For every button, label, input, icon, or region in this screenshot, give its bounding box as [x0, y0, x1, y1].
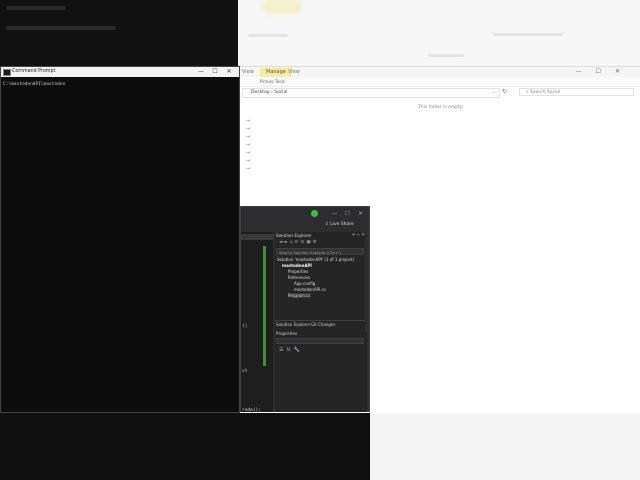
view-menu[interactable]: View	[242, 68, 254, 77]
properties-title: Properties	[276, 331, 298, 336]
live-share-button[interactable]: ⇪ Live Share	[325, 222, 354, 227]
close-icon[interactable]: ✕	[222, 67, 236, 77]
tree-project[interactable]: mastodonAPI	[282, 263, 312, 268]
properties-toolbar[interactable]: ☰⇅🔧	[279, 347, 303, 353]
background-dark-window	[0, 0, 238, 66]
empty-folder-message: This folder is empty.	[418, 105, 464, 110]
blurred-text	[428, 54, 464, 57]
search-icon: ⌕	[526, 90, 529, 95]
explorer-window-controls: —☐✕	[576, 67, 634, 77]
vs-window-controls: — ☐ ✕	[328, 207, 367, 221]
background-window	[238, 0, 640, 66]
side-tool-strip[interactable]	[365, 232, 369, 332]
tree-references[interactable]: References	[288, 275, 310, 280]
maximize-icon[interactable]: ☐	[596, 68, 615, 75]
properties-dropdown[interactable]	[276, 338, 364, 344]
minimize-icon[interactable]: —	[194, 67, 208, 77]
pin-icon[interactable]: ⊸	[246, 157, 252, 165]
cmd-window-controls: — ☐ ✕	[194, 67, 236, 77]
tree-source-file[interactable]: mastodonAPI.cs	[294, 287, 326, 292]
minimize-icon[interactable]: —	[328, 207, 341, 221]
pin-icon[interactable]: ⊸	[246, 117, 252, 125]
terminal-icon	[3, 69, 11, 76]
refresh-icon[interactable]: ↻	[502, 88, 507, 96]
command-prompt-window[interactable]: Command Prompt — ☐ ✕ C:\mastodonAPI\mastod…	[0, 66, 240, 413]
pin-icon[interactable]: ⊸	[246, 149, 252, 157]
close-icon[interactable]: ✕	[354, 207, 367, 221]
highlight-glow	[262, 0, 302, 14]
blurred-text	[6, 6, 66, 10]
pin-icon[interactable]: ⊸	[246, 133, 252, 141]
chevron-down-icon[interactable]: ⌄	[492, 89, 496, 97]
tree-solution[interactable]: Solution 'mastodonAPI' (1 of 1 project)	[277, 257, 354, 262]
tree-properties[interactable]: Properties	[288, 269, 308, 274]
cmd-titlebar[interactable]: Command Prompt — ☐ ✕	[1, 67, 239, 77]
terminal-output[interactable]: C:\mastodonAPI\mastodon	[3, 82, 65, 87]
pin-icon[interactable]: ⊸	[246, 141, 252, 149]
address-bar[interactable]: Desktop › Social ⌄	[242, 88, 500, 98]
tree-program-file[interactable]: Program.cs	[288, 293, 311, 298]
visual-studio-window: — ☐ ✕ ⇪ Live Share () ct rode(); Solution …	[240, 206, 370, 413]
explorer-ribbon-tabs: View Manage View —☐✕	[238, 67, 640, 77]
maximize-icon[interactable]: ☐	[341, 207, 354, 221]
solution-toolbar[interactable]: ◄►⌂⟳⇆▣⚙	[279, 240, 363, 246]
code-line: ()	[242, 324, 248, 329]
window-title: Command Prompt	[12, 69, 56, 74]
breadcrumb[interactable]: Desktop › Social	[243, 90, 288, 95]
change-marker	[263, 246, 266, 366]
minimize-icon[interactable]: —	[576, 68, 596, 75]
tree-app-config[interactable]: App.config	[294, 281, 315, 286]
maximize-icon[interactable]: ☐	[208, 67, 222, 77]
solution-explorer-panel: Solution Explorer ▾ ⊸ ✕ ◄►⌂⟳⇆▣⚙ Search S…	[275, 232, 367, 412]
code-line: ct	[242, 369, 248, 374]
tab-solution-explorer[interactable]: Solution Explorer	[276, 322, 310, 327]
view-tab[interactable]: View	[288, 68, 300, 77]
solution-search-input[interactable]: Search Solution Explorer (Ctrl+;)	[276, 248, 364, 255]
search-input[interactable]: ⌕ Search Social	[519, 88, 634, 96]
quick-access-pins: ⊸ ⊸ ⊸ ⊸ ⊸ ⊸ ⊸	[246, 117, 252, 173]
explorer-subribbon: Picture Tools	[238, 77, 640, 87]
pin-icon[interactable]: ▾ ⊸ ✕	[352, 233, 365, 238]
vs-titlebar[interactable]: — ☐ ✕	[241, 207, 369, 221]
panel-title: Solution Explorer	[276, 233, 312, 238]
editor-tabs[interactable]	[241, 234, 273, 240]
blurred-text	[6, 26, 116, 30]
code-editor[interactable]: () ct rode();	[241, 232, 273, 413]
status-indicator	[311, 210, 318, 217]
live-share-label: Live Share	[330, 222, 354, 227]
picture-tools-label[interactable]: Picture Tools	[260, 77, 285, 86]
search-placeholder: Search Social	[529, 90, 561, 95]
close-icon[interactable]: ✕	[615, 68, 634, 75]
blurred-text	[248, 34, 288, 37]
taskbar-area-dark	[0, 413, 370, 480]
panel-tabs: Solution Explorer Git Changes	[275, 320, 367, 329]
blurred-text	[493, 33, 563, 36]
pin-icon[interactable]: ⊸	[246, 165, 252, 173]
taskbar-area-light	[370, 413, 640, 480]
pin-icon[interactable]: ⊸	[246, 125, 252, 133]
tab-git-changes[interactable]: Git Changes	[311, 322, 335, 327]
